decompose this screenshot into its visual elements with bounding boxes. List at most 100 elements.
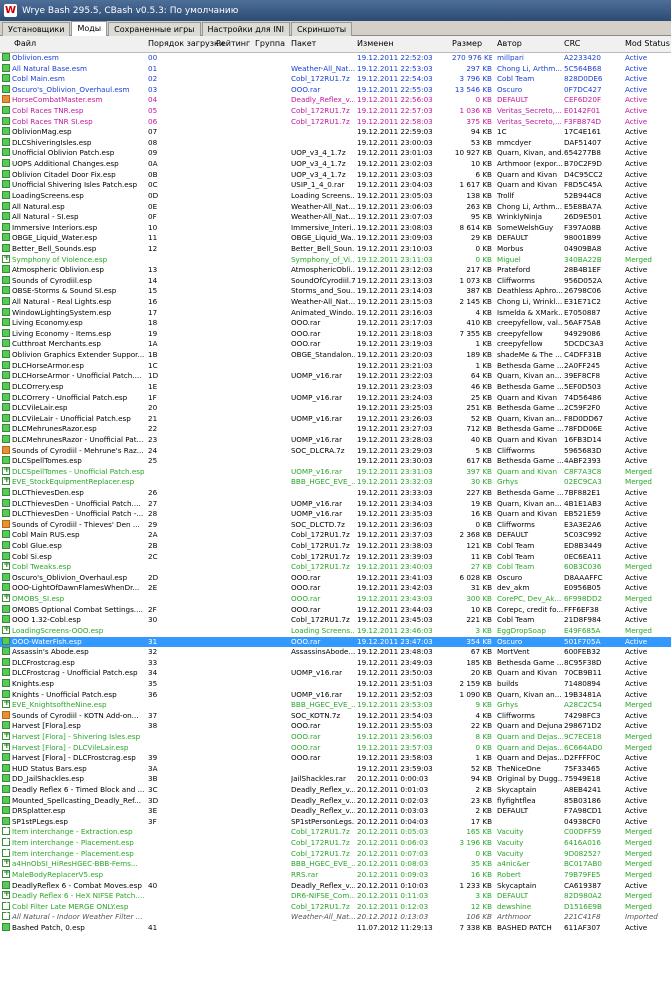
mod-checkbox-icon[interactable] [2,498,10,507]
mod-checkbox-icon[interactable] [2,774,10,783]
table-row[interactable]: Harvest [Flora] - DLCFrostcrag.esp 39 OOO.… [0,753,671,764]
table-row[interactable]: UOPS Additional Changes.esp 0A UOP_v3_4_1.… [0,159,671,170]
mod-checkbox-icon[interactable] [2,753,10,762]
table-row[interactable]: MaleBodyReplacerV5.esp RRS.rar 20.12.2011 … [0,869,671,881]
col-rating-header[interactable]: Рейтинг [216,39,250,48]
mod-checkbox-icon[interactable] [2,95,10,104]
table-row[interactable]: Assassin's Abode.esp 32 AssassinsAbode... 1… [0,647,671,658]
table-row[interactable]: Immersive Interiors.esp 10 Immersive_Inter… [0,222,671,234]
table-row[interactable]: OBGE_Liquid_Water.esp 11 OBGE_Liquid_Wa...… [0,233,671,244]
mod-checkbox-icon[interactable] [2,636,10,645]
table-row[interactable]: Bashed Patch, 0.esp 41 11.07.2012 11:29:13… [0,922,671,934]
mod-checkbox-icon[interactable] [2,922,10,931]
mod-checkbox-icon[interactable] [2,848,11,857]
mod-checkbox-icon[interactable] [2,190,10,199]
mod-checkbox-icon[interactable] [2,869,11,879]
mod-checkbox-icon[interactable] [2,169,10,178]
table-row[interactable]: Living Economy.esp 18 OOO.rar 19.12.2011 23… [0,318,671,329]
table-row[interactable]: Mounted_Spellcasting_Deadly_Ref... 3D Dead… [0,795,671,807]
table-row[interactable]: Cobl Main RUS.esp 2A Cobl_172RU1.7z 19.12.2… [0,530,671,541]
col-file-header[interactable]: Файл [14,39,36,48]
table-row[interactable]: Better_Bell_Sounds.esp 12 Better_Bell_Soun… [0,243,671,255]
mod-checkbox-icon[interactable] [2,668,10,677]
table-row[interactable]: OOO-WaterFish.esp 31 OOO.rar 19.12.2011 23:… [0,636,671,648]
table-row[interactable]: DRSplatter.esp 3E Deadly_Reflex_v... 20.12.… [0,806,671,817]
mod-checkbox-icon[interactable] [2,456,10,465]
mod-checkbox-icon[interactable] [2,159,10,168]
table-row[interactable]: EVE_StockEquipmentReplacer.esp BBB_HGEC_E… [0,477,671,488]
table-row[interactable]: Deadly Reflex 6 - HeX NIFSE Patch.... DR6… [0,891,671,902]
table-row[interactable]: DeadlyReflex 6 - Combat Moves.esp 40 Deadl… [0,880,671,892]
mod-checkbox-icon[interactable] [2,816,10,825]
mod-checkbox-icon[interactable] [2,413,10,422]
tab-mods[interactable]: Моды [71,21,108,36]
col-group-header[interactable]: Группа [255,39,285,48]
col-package-header[interactable]: Пакет [291,39,316,48]
table-row[interactable]: HorseCombatMaster.esm 04 Deadly_Reflex_v..… [0,95,671,106]
mod-checkbox-icon[interactable] [2,901,11,910]
table-row[interactable]: Cobl Filter Late MERGE ONLY.esp Cobl_172R… [0,901,671,913]
table-row[interactable]: Sounds of Cyrodiil - KOTN Add-on... 37 SOC… [0,710,671,722]
mod-checkbox-icon[interactable] [2,562,11,571]
mod-checkbox-icon[interactable] [2,795,10,804]
mod-checkbox-icon[interactable] [2,243,10,252]
table-row[interactable]: All Natural - SI.esp 0F Weather-All_Nat...… [0,212,671,223]
table-row[interactable]: Living Economy - Items.esp 19 OOO.rar 19.12… [0,328,671,340]
mod-checkbox-icon[interactable] [2,604,10,613]
table-row[interactable]: OOO 1.32-Cobl.esp 30 Cobl_172RU1.7z 19.12.2… [0,615,671,626]
table-row[interactable]: Cobl Si.esp 2C Cobl_172RU1.7z 19.12.2011 23… [0,551,671,563]
mod-checkbox-icon[interactable] [2,318,10,327]
mod-checkbox-icon[interactable] [2,106,10,115]
table-row[interactable]: Harvest [Flora] - DLCVileLair.esp OOO.rar… [0,742,671,754]
table-row[interactable]: Item interchange - Extraction.esp Cobl_17… [0,827,671,838]
table-row[interactable]: LoadingScreens.esp 0D Loading Screens... 19… [0,190,671,202]
mod-checkbox-icon[interactable] [2,63,10,72]
table-row[interactable]: Cutthroat Merchants.esp 1A OOO.rar 19.12.20… [0,339,671,350]
table-row[interactable]: OMOBS Optional Combat Settings.... 2F OOO.… [0,604,671,616]
table-row[interactable]: Symphony of Violence.esp Symphony_of_Vi..… [0,254,671,266]
mod-checkbox-icon[interactable] [2,859,11,868]
tab-ini-settings[interactable]: Настройки для INI [201,22,290,36]
mod-checkbox-icon[interactable] [2,689,10,698]
table-row[interactable]: All Natural - Indoor Weather Filter ... W… [0,912,671,923]
mod-checkbox-icon[interactable] [2,466,11,475]
mod-checkbox-icon[interactable] [2,647,10,656]
table-row[interactable]: DLCSpellTomes - Unofficial Patch.esp UOMP… [0,466,671,478]
table-row[interactable]: Oblivion Citadel Door Fix.esp 0B UOP_v3_4_… [0,169,671,181]
mod-checkbox-icon[interactable] [2,551,10,560]
mod-checkbox-icon[interactable] [2,583,10,592]
table-row[interactable]: DLCVileLair - Unofficial Patch.esp 21 UOMP… [0,413,671,425]
mod-checkbox-icon[interactable] [2,371,10,380]
table-row[interactable]: DLCOrrery.esp 1E 19.12.2011 23:23:03 46 KB B… [0,381,671,393]
mod-checkbox-icon[interactable] [2,594,11,603]
tab-screenshots[interactable]: Скриншоты [290,22,353,36]
table-row[interactable]: DLCMehrunesRazor - Unofficial Pat... 23 UO… [0,434,671,446]
mod-checkbox-icon[interactable] [2,127,10,136]
table-row[interactable]: LoadingScreens-OOO.esp Loading Screens...… [0,625,671,637]
table-row[interactable]: Cobl Races TNR.esp 05 Cobl_172RU1.7z 19.12.… [0,106,671,117]
mod-checkbox-icon[interactable] [2,222,10,231]
mod-checkbox-icon[interactable] [2,275,10,284]
mod-checkbox-icon[interactable] [2,827,11,836]
table-row[interactable]: Oscuro's_Oblivion_Overhaul.esm 03 OOO.rar 1… [0,84,671,96]
mod-checkbox-icon[interactable] [2,434,10,443]
table-row[interactable]: Item interchange - Placement.esp Cobl_172… [0,848,671,860]
mod-checkbox-icon[interactable] [2,403,10,412]
mod-checkbox-icon[interactable] [2,392,10,401]
mod-checkbox-icon[interactable] [2,53,10,61]
table-row[interactable]: a4HnObSI_HiResHGEC-BBB-Fems... BBB_HGEC_E… [0,859,671,870]
mod-checkbox-icon[interactable] [2,838,11,847]
mod-checkbox-icon[interactable] [2,350,10,359]
mod-checkbox-icon[interactable] [2,381,10,390]
mod-checkbox-icon[interactable] [2,339,10,348]
table-row[interactable]: All Natural - Real Lights.esp 16 Weather-A… [0,297,671,308]
mod-checkbox-icon[interactable] [2,487,10,496]
mod-checkbox-icon[interactable] [2,148,10,157]
mod-checkbox-icon[interactable] [2,254,11,263]
table-row[interactable]: SP1stPLegs.esp 3F SP1stPersonLegs... 20.12.… [0,816,671,828]
mod-checkbox-icon[interactable] [2,509,10,518]
table-row[interactable]: Cobl Tweaks.esp Cobl_172RU1.7z 19.12.2011 … [0,562,671,573]
table-row[interactable]: DLCThievesDen - Unofficial Patch -... 28 U… [0,509,671,520]
mod-checkbox-icon[interactable] [2,212,10,221]
mod-checkbox-icon[interactable] [2,360,10,369]
